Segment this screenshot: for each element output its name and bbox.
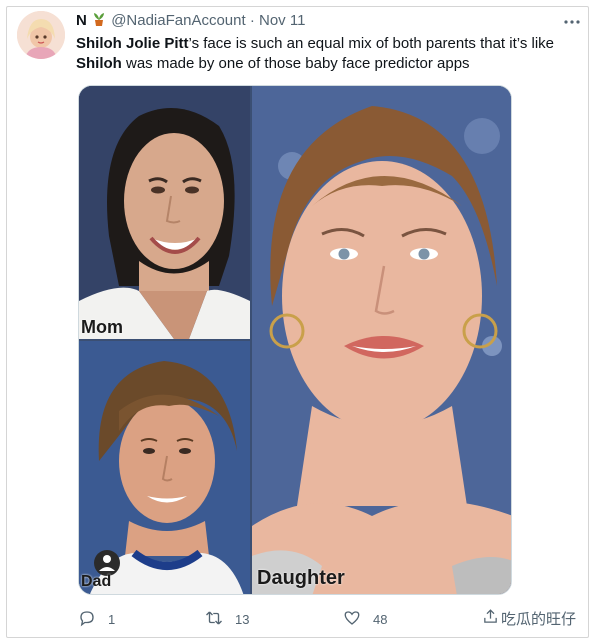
tweet-header: N @NadiaFanAccount · Nov 11 [76,11,305,31]
watermark-text: 吃瓜的旺仔 [501,611,577,628]
reply-button[interactable]: 1 [78,607,115,631]
tweet-date[interactable]: Nov 11 [259,12,305,29]
daughter-photo [252,86,511,594]
author-handle[interactable]: @NadiaFanAccount [111,12,245,29]
like-button[interactable]: 48 [343,607,387,631]
heart-icon [343,609,361,630]
dad-label: Dad [81,573,112,590]
mom-label: Mom [81,317,123,337]
reply-count: 1 [108,611,116,627]
like-count: 48 [373,611,388,627]
avatar[interactable] [17,11,65,59]
tweet-text: Shiloh Jolie Pitt’s face is such an equa… [76,34,576,74]
dad-photo [79,341,250,594]
retweet-button[interactable]: 13 [205,607,249,631]
watermark: 吃瓜的旺仔 [482,608,576,629]
retweet-icon [205,609,223,630]
tweet-bold-2: Shiloh [76,55,122,72]
tweet-rest-1: ’s face is such an equal mix of both par… [188,35,554,52]
tweet-bold-1: Shiloh Jolie Pitt [76,35,189,52]
potted-plant-emoji-icon [87,12,111,29]
separator: · [249,12,255,29]
tweet-rest-2: was made by one of those baby face predi… [121,55,470,72]
reply-icon [78,609,96,630]
author-name[interactable]: N [76,12,87,29]
tweet-media[interactable]: Mom Dad Daughter [78,85,512,595]
mom-photo [79,86,250,339]
daughter-label: Daughter [257,567,345,589]
more-dots-icon[interactable] [563,13,581,36]
share-icon[interactable] [482,608,499,629]
retweet-count: 13 [235,611,250,627]
